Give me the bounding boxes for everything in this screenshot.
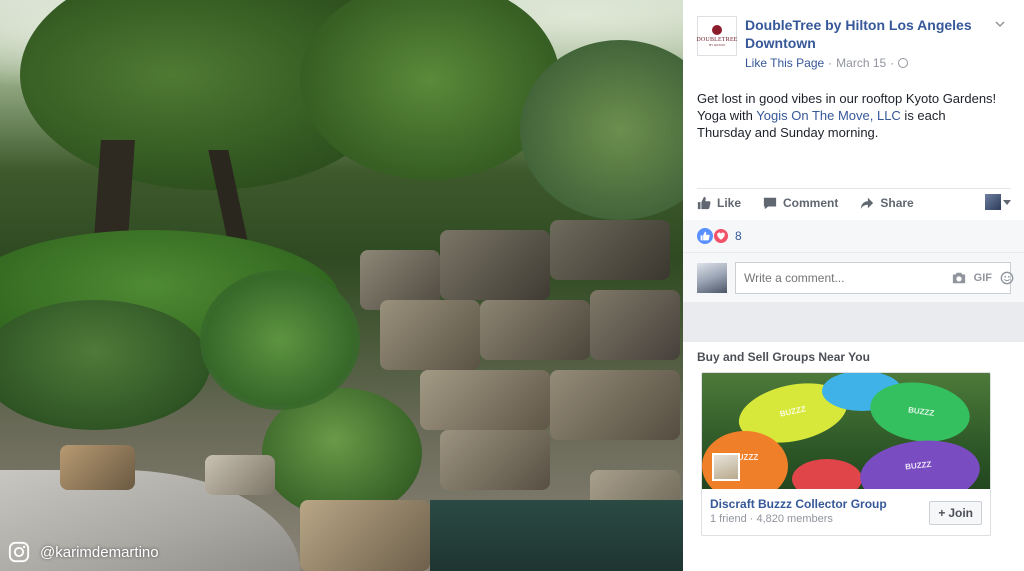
photo-fern — [200, 270, 360, 410]
post-as-selector[interactable] — [985, 194, 1011, 210]
plus-icon: + — [938, 506, 946, 520]
post-header: DOUBLETREE BY HILTON DoubleTree by Hilto… — [696, 14, 1010, 74]
comment-button[interactable]: Comment — [763, 196, 838, 210]
like-reaction-icon — [697, 228, 713, 244]
page-avatar[interactable]: DOUBLETREE BY HILTON — [696, 16, 737, 56]
comment-attachments: GIF — [952, 271, 1014, 285]
group-cover-image[interactable]: BUZZZ BUZZZ BUZZZ BUZZZ — [702, 373, 990, 489]
logo-subtext: BY HILTON — [709, 43, 725, 47]
photo-pond — [430, 500, 683, 571]
photo-rock — [380, 300, 480, 370]
post-meta: Like This Page · March 15 · — [745, 56, 909, 70]
chevron-down-icon[interactable] — [994, 18, 1006, 30]
meta-separator: · — [890, 56, 895, 70]
photo-rock — [550, 370, 680, 440]
group-name-link[interactable]: Discraft Buzzz Collector Group — [710, 497, 887, 511]
avatar — [985, 194, 1001, 210]
section-divider — [683, 302, 1024, 342]
love-reaction-icon — [713, 228, 729, 244]
thumbs-up-icon — [697, 196, 711, 209]
photo-rock — [440, 230, 550, 300]
suggestions-title: Buy and Sell Groups Near You — [697, 350, 870, 364]
post-photo[interactable]: @karimdemartino — [0, 0, 683, 571]
instagram-icon — [8, 541, 30, 563]
post-sidebar: DOUBLETREE BY HILTON DoubleTree by Hilto… — [683, 0, 1024, 571]
join-label: Join — [948, 506, 973, 520]
doubletree-logo-icon — [712, 25, 722, 35]
gif-button[interactable]: GIF — [974, 272, 992, 284]
comment-label: Comment — [783, 195, 839, 210]
photo-watermark: @karimdemartino — [8, 541, 159, 563]
group-member-count: 1 friend · 4,820 members — [710, 513, 833, 525]
photo-rock — [205, 455, 275, 495]
share-label: Share — [880, 195, 914, 210]
group-thumbnail — [712, 453, 740, 481]
post-message: Get lost in good vibes in our rooftop Ky… — [697, 90, 997, 141]
post-date-link[interactable]: March 15 — [836, 56, 886, 70]
photo-rock — [420, 370, 550, 430]
comment-icon — [763, 197, 777, 209]
reaction-count[interactable]: 8 — [735, 229, 742, 243]
emoji-icon[interactable] — [1000, 271, 1014, 285]
join-group-button[interactable]: + Join — [929, 501, 982, 525]
photo-rock — [440, 430, 550, 490]
photo-rock — [300, 500, 430, 571]
like-label: Like — [717, 195, 742, 210]
post-actions: Like Comment Share — [697, 188, 1011, 216]
camera-icon[interactable] — [952, 271, 966, 285]
reactions-summary[interactable]: 8 — [683, 220, 1024, 252]
photo-rock — [480, 300, 590, 360]
photo-rock — [550, 220, 670, 280]
group-suggestions: Buy and Sell Groups Near You BUZZZ BUZZZ… — [697, 350, 1015, 536]
photo-rock — [60, 445, 135, 490]
photo-rock — [590, 290, 680, 360]
group-card[interactable]: BUZZZ BUZZZ BUZZZ BUZZZ Discraft Buzzz C… — [701, 372, 991, 536]
globe-icon[interactable] — [898, 58, 909, 68]
page-name-link[interactable]: DoubleTree by Hilton Los Angeles Downtow… — [745, 16, 985, 52]
share-icon — [861, 197, 874, 209]
disc-image: BUZZZ — [856, 434, 984, 489]
like-button[interactable]: Like — [697, 196, 741, 210]
like-page-link[interactable]: Like This Page — [745, 56, 824, 70]
share-button[interactable]: Share — [860, 195, 914, 210]
meta-separator: · — [828, 56, 833, 70]
disc-image — [792, 459, 862, 489]
caret-down-icon — [1003, 199, 1011, 205]
avatar[interactable] — [697, 263, 727, 293]
watermark-handle: @karimdemartino — [40, 543, 159, 561]
mention-link[interactable]: Yogis On The Move, LLC — [756, 108, 901, 123]
comment-composer: GIF — [683, 252, 1024, 302]
photo-shrub — [0, 300, 210, 430]
